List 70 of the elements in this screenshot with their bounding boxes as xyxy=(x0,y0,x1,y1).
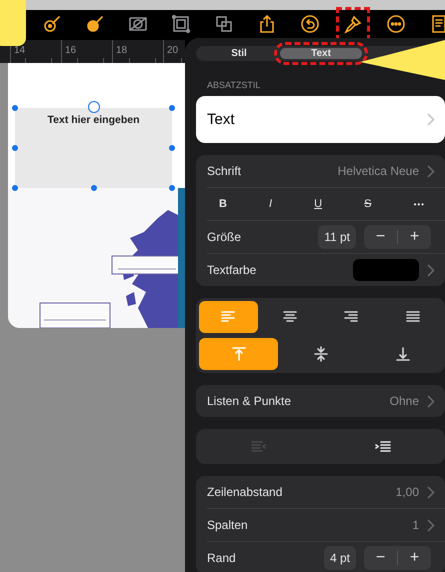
document-icon xyxy=(429,14,445,34)
decrement-button[interactable]: − xyxy=(364,549,398,567)
callout-bubble xyxy=(0,0,26,46)
text-box-placeholder: Text hier eingeben xyxy=(48,114,140,128)
value-field[interactable]: 4 pt xyxy=(324,546,356,570)
lists-row[interactable]: Listen & Punkte Ohne xyxy=(207,385,445,417)
row-label: Listen & Punkte xyxy=(207,394,292,408)
increment-button[interactable]: + xyxy=(398,549,432,567)
selection-handle[interactable] xyxy=(169,145,175,151)
row-label: Zeilenabstand xyxy=(207,485,284,499)
stepper[interactable]: − + xyxy=(364,225,431,249)
setting-row[interactable]: Zeilenabstand 1,00 xyxy=(207,476,445,509)
align-center-icon xyxy=(282,309,298,325)
row-value: Ohne xyxy=(390,394,419,408)
row-value: Helvetica Neue xyxy=(338,164,419,178)
shape-frame-icon xyxy=(171,14,191,34)
ruler-number: 18 xyxy=(116,45,128,56)
align-top-icon xyxy=(230,346,246,362)
decrement-button[interactable]: − xyxy=(364,228,397,246)
ruler-number: 20 xyxy=(167,45,178,56)
selection-handle[interactable] xyxy=(12,145,18,151)
undo-icon xyxy=(300,14,320,34)
row-label: Schrift xyxy=(207,164,242,178)
share-icon xyxy=(257,14,277,34)
align-right-icon xyxy=(343,309,360,325)
font-row[interactable]: Schrift Helvetica Neue xyxy=(207,155,445,188)
text-style-button[interactable]: U xyxy=(310,196,326,212)
increment-button[interactable]: + xyxy=(398,228,431,246)
color-swatch[interactable] xyxy=(353,259,419,281)
text-style-button[interactable]: B xyxy=(215,196,231,212)
chevron-icon xyxy=(427,264,435,276)
selection-handle[interactable] xyxy=(169,105,175,111)
text-box[interactable]: Text hier eingeben xyxy=(15,108,172,188)
more-icon xyxy=(386,14,406,34)
text-color-row[interactable]: Textfarbe xyxy=(207,254,445,286)
image-frame-icon xyxy=(128,14,148,34)
tab[interactable]: Stil xyxy=(198,48,280,59)
value-field[interactable]: 11 pt xyxy=(318,225,356,249)
text-style-button[interactable]: S xyxy=(360,196,376,212)
selection-handle[interactable] xyxy=(12,185,18,191)
chevron-icon xyxy=(427,518,435,532)
selection-handle[interactable] xyxy=(12,105,18,111)
stepper[interactable]: − + xyxy=(364,546,432,570)
row-label: Spalten xyxy=(207,518,249,532)
align-left-icon xyxy=(220,309,236,325)
chevron-icon xyxy=(427,394,435,408)
paragraph-style-button[interactable]: Text xyxy=(196,96,445,143)
setting-row[interactable]: Spalten 1 xyxy=(207,509,445,542)
rotation-handle[interactable] xyxy=(88,101,100,113)
indent-icon[interactable] xyxy=(374,438,391,454)
section-label: ABSATZSTIL xyxy=(207,80,262,90)
row-label: Textfarbe xyxy=(207,263,258,277)
selection-handle[interactable] xyxy=(169,185,175,191)
chevron-icon xyxy=(427,164,435,178)
chevron-icon xyxy=(427,113,435,126)
ruler-number: 14 xyxy=(14,45,26,56)
text-style-button[interactable]: I xyxy=(265,196,276,212)
tab[interactable]: Text xyxy=(280,48,362,59)
row-value: 1 xyxy=(412,518,419,532)
selection-handle[interactable] xyxy=(90,185,96,191)
justify-icon xyxy=(404,309,421,325)
ruler-number: 16 xyxy=(65,45,76,56)
chevron-icon xyxy=(427,486,435,498)
row-label: Rand xyxy=(207,551,237,565)
align-middle-icon xyxy=(312,346,328,362)
row-value: 1,00 xyxy=(396,485,419,499)
text-style-button[interactable]: ••• xyxy=(410,198,429,210)
row-label: Größe xyxy=(207,230,242,244)
align-bottom-icon xyxy=(394,346,410,362)
paintbrush-icon xyxy=(343,14,363,34)
